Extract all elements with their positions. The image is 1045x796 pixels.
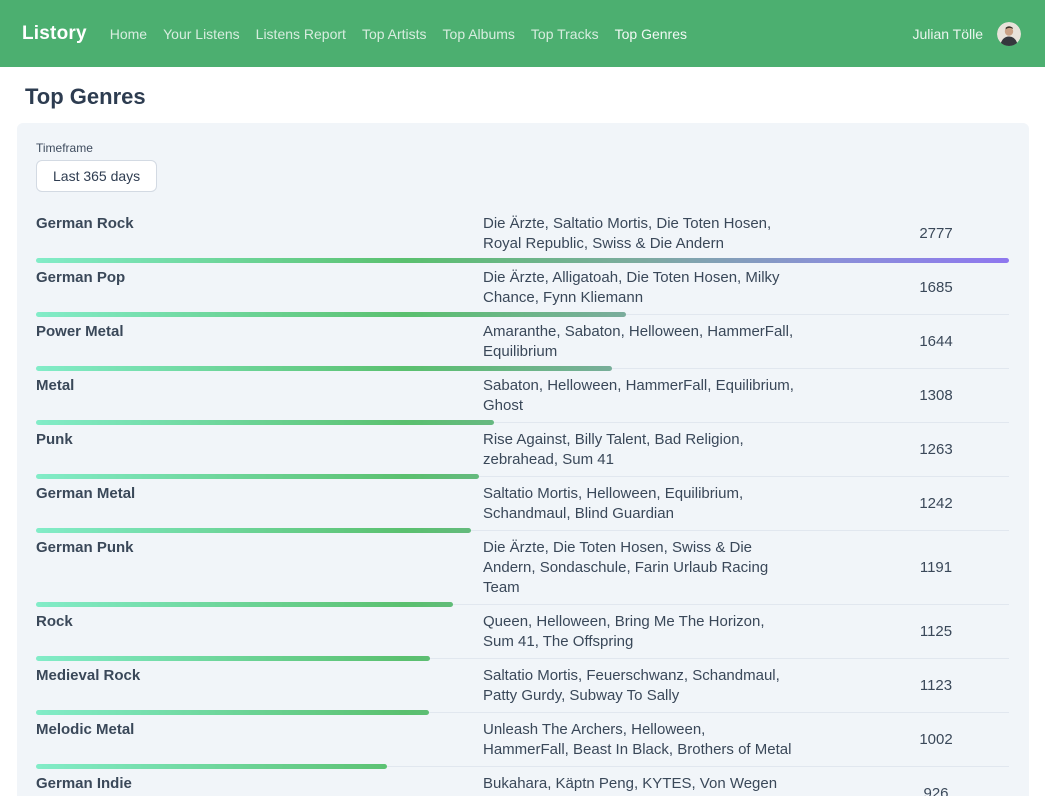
genre-count: 1002	[864, 720, 1008, 760]
genre-name: German Rock	[36, 214, 483, 254]
page-title: Top Genres	[25, 84, 1045, 110]
person-photo-icon	[997, 22, 1021, 46]
genre-name: German Pop	[36, 268, 483, 308]
genre-row: German Indie Bukahara, Käptn Peng, KYTES…	[36, 767, 1009, 796]
genre-name: Rock	[36, 612, 483, 652]
nav-item-listens-report[interactable]: Listens Report	[256, 26, 346, 42]
genres-table: German Rock Die Ärzte, Saltatio Mortis, …	[36, 207, 1009, 796]
timeframe-filter: Timeframe Last 365 days	[36, 141, 1009, 192]
genre-row: German Pop Die Ärzte, Alligatoah, Die To…	[36, 261, 1009, 315]
genre-artists: Saltatio Mortis, Feuerschwanz, Schandmau…	[483, 666, 864, 706]
genre-artists: Die Ärzte, Alligatoah, Die Toten Hosen, …	[483, 268, 864, 308]
navbar-user-area: Julian Tölle	[912, 22, 1021, 46]
nav-item-top-albums[interactable]: Top Albums	[443, 26, 515, 42]
genre-row: Metal Sabaton, Helloween, HammerFall, Eq…	[36, 369, 1009, 423]
genre-artists: Bukahara, Käptn Peng, KYTES, Von Wegen L…	[483, 774, 864, 796]
genre-name: Power Metal	[36, 322, 483, 362]
genre-artists: Amaranthe, Sabaton, Helloween, HammerFal…	[483, 322, 864, 362]
genre-row: Rock Queen, Helloween, Bring Me The Hori…	[36, 605, 1009, 659]
genre-artists: Unleash The Archers, Helloween, HammerFa…	[483, 720, 864, 760]
genre-row: Melodic Metal Unleash The Archers, Hello…	[36, 713, 1009, 767]
genre-row: Punk Rise Against, Billy Talent, Bad Rel…	[36, 423, 1009, 477]
genre-count: 1685	[864, 268, 1008, 308]
main-content: Top Genres Timeframe Last 365 days Germa…	[0, 84, 1045, 796]
genre-row: German Rock Die Ärzte, Saltatio Mortis, …	[36, 207, 1009, 261]
timeframe-select[interactable]: Last 365 days	[36, 160, 157, 192]
genre-name: Punk	[36, 430, 483, 470]
nav-item-home[interactable]: Home	[110, 26, 147, 42]
genre-artists: Die Ärzte, Saltatio Mortis, Die Toten Ho…	[483, 214, 864, 254]
genre-row: German Punk Die Ärzte, Die Toten Hosen, …	[36, 531, 1009, 605]
genre-count: 1644	[864, 322, 1008, 362]
navbar: Listory Home Your Listens Listens Report To…	[0, 0, 1045, 67]
user-name[interactable]: Julian Tölle	[912, 26, 983, 42]
genre-name: Metal	[36, 376, 483, 416]
app-logo[interactable]: Listory	[22, 23, 87, 45]
user-avatar-icon[interactable]	[997, 22, 1021, 46]
genre-count: 1191	[864, 538, 1008, 598]
genre-artists: Die Ärzte, Die Toten Hosen, Swiss & Die …	[483, 538, 864, 598]
genre-count: 1263	[864, 430, 1008, 470]
genre-count: 2777	[864, 214, 1008, 254]
nav-item-top-tracks[interactable]: Top Tracks	[531, 26, 599, 42]
main-nav: Home Your Listens Listens Report Top Artist…	[110, 26, 913, 42]
genre-artists: Rise Against, Billy Talent, Bad Religion…	[483, 430, 864, 470]
genre-name: German Punk	[36, 538, 483, 598]
genre-artists: Queen, Helloween, Bring Me The Horizon, …	[483, 612, 864, 652]
genre-count: 926	[864, 774, 1008, 796]
genre-row: German Metal Saltatio Mortis, Helloween,…	[36, 477, 1009, 531]
top-genres-card: Timeframe Last 365 days German Rock Die …	[17, 123, 1029, 796]
genre-name: Melodic Metal	[36, 720, 483, 760]
timeframe-label: Timeframe	[36, 141, 1009, 155]
genre-name: German Metal	[36, 484, 483, 524]
genre-artists: Saltatio Mortis, Helloween, Equilibrium,…	[483, 484, 864, 524]
genre-count: 1123	[864, 666, 1008, 706]
genre-artists: Sabaton, Helloween, HammerFall, Equilibr…	[483, 376, 864, 416]
genre-count: 1242	[864, 484, 1008, 524]
nav-item-top-genres[interactable]: Top Genres	[615, 26, 687, 42]
nav-item-top-artists[interactable]: Top Artists	[362, 26, 427, 42]
genre-count: 1308	[864, 376, 1008, 416]
genre-name: German Indie	[36, 774, 483, 796]
genre-row: Medieval Rock Saltatio Mortis, Feuerschw…	[36, 659, 1009, 713]
genre-row: Power Metal Amaranthe, Sabaton, Hellowee…	[36, 315, 1009, 369]
genre-name: Medieval Rock	[36, 666, 483, 706]
nav-item-your-listens[interactable]: Your Listens	[163, 26, 240, 42]
genre-count: 1125	[864, 612, 1008, 652]
